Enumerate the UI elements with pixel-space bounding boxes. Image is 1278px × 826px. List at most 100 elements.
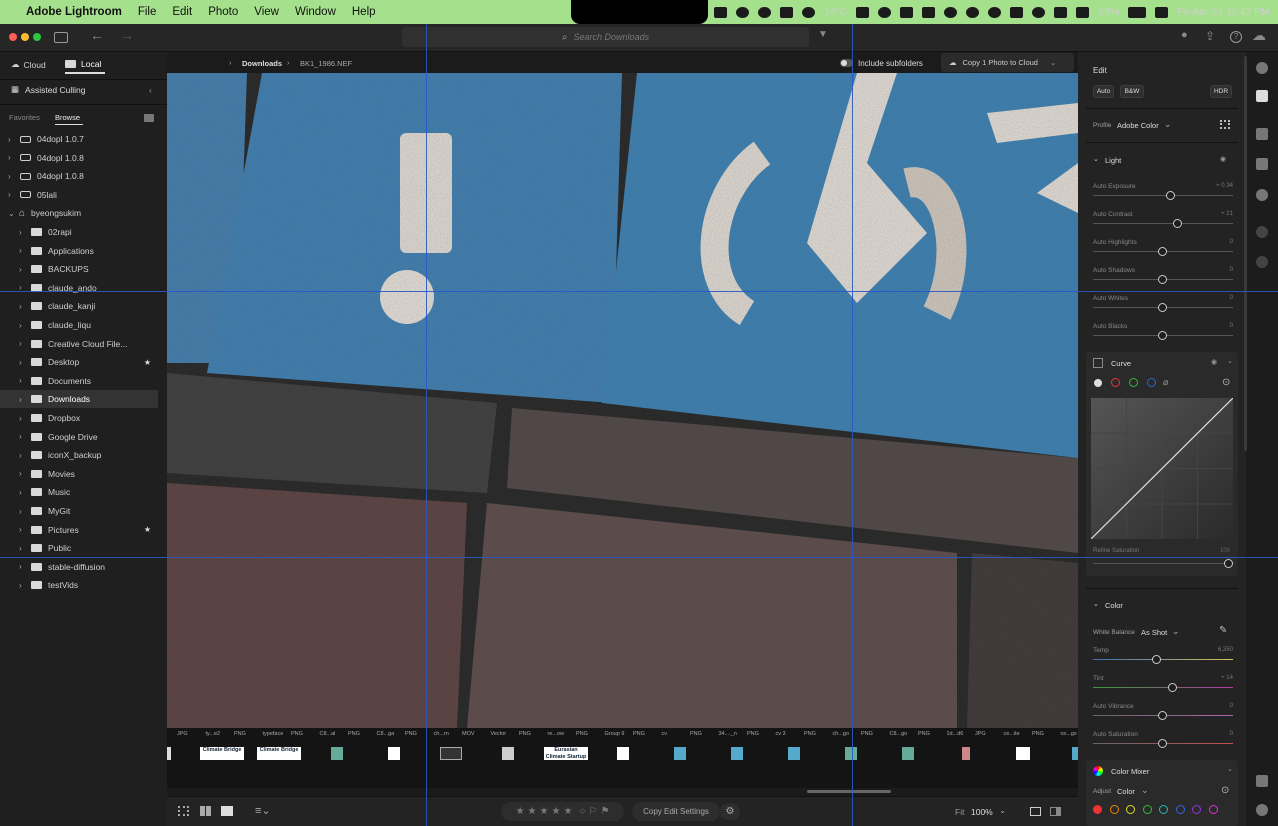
scrollbar-thumb[interactable] (807, 790, 891, 793)
chevron-down-icon[interactable]: ⌄ (1172, 626, 1180, 637)
eyedropper-icon[interactable]: ✎ (1219, 625, 1227, 636)
adjust-slider[interactable] (1093, 219, 1233, 228)
slider-knob[interactable] (1166, 191, 1176, 200)
drive-item[interactable]: › 04dopl 1.0.8 (0, 149, 167, 167)
star-icon[interactable]: ★ (516, 806, 525, 817)
filmstrip-thumbnail[interactable] (902, 747, 914, 760)
clock-icon[interactable] (988, 6, 1002, 18)
curve-blue-channel[interactable] (1147, 378, 1156, 387)
chevron-right-icon[interactable]: › (8, 153, 16, 162)
mixer-color-dot[interactable] (1126, 805, 1135, 814)
sidebar-folder-item[interactable]: › 02rapi (0, 223, 167, 241)
split-view-icon[interactable] (1050, 807, 1061, 816)
chevron-right-icon[interactable]: › (8, 190, 16, 199)
add-folder-icon[interactable] (144, 114, 154, 122)
profile-browser-icon[interactable] (1220, 120, 1230, 129)
chevron-right-icon[interactable]: › (19, 395, 27, 404)
adjust-slider[interactable] (1093, 655, 1233, 664)
square-grid-view-icon[interactable] (200, 806, 211, 816)
status-app-icon[interactable] (757, 6, 771, 18)
versions-icon[interactable] (1256, 226, 1268, 238)
chevron-right-icon[interactable]: › (19, 265, 27, 274)
tab-cloud[interactable]: ☁ Cloud (11, 59, 46, 70)
temperature[interactable]: 14°C (824, 6, 847, 18)
slider-knob[interactable] (1167, 683, 1177, 692)
wifi-icon[interactable] (1054, 6, 1068, 18)
slider-knob[interactable] (1173, 219, 1183, 228)
slider-knob[interactable] (1158, 711, 1167, 720)
target-adjust-icon[interactable]: ⊙ (1221, 785, 1229, 796)
sidebar-folder-item[interactable]: › claude_ando (0, 279, 167, 297)
adjust-dropdown[interactable]: Color (1117, 787, 1135, 796)
search-icon[interactable] (944, 6, 958, 18)
sidebar-folder-item[interactable]: › Dropbox (0, 409, 167, 427)
filmstrip-thumbnail[interactable] (331, 747, 343, 760)
sidebar-folder-item[interactable]: › claude_kanji (0, 297, 167, 315)
chevron-right-icon[interactable]: › (19, 339, 27, 348)
sidebar-toggle-icon[interactable] (54, 32, 68, 43)
slider-value[interactable]: + 0.34 (1216, 183, 1233, 189)
star-icon[interactable]: ★ (551, 806, 560, 817)
filmstrip-thumbnail[interactable] (617, 747, 629, 760)
slider-value[interactable]: 0 (1230, 295, 1233, 301)
grid-view-icon[interactable] (178, 806, 189, 816)
breadcrumb-parent[interactable]: Downloads (242, 59, 282, 68)
target-adjust-icon[interactable]: ⊙ (1222, 377, 1230, 388)
status-app-icon[interactable] (1076, 6, 1090, 18)
sidebar-folder-item[interactable]: › testVids (0, 576, 167, 594)
slider-value[interactable]: 0 (1230, 267, 1233, 273)
slider-knob[interactable] (1158, 275, 1167, 284)
zoom-level[interactable]: 100% (971, 807, 993, 817)
filmstrip-thumbnail[interactable] (388, 747, 400, 760)
slider-knob[interactable] (1158, 303, 1167, 312)
tab-browse[interactable]: Browse (55, 113, 80, 122)
chevron-right-icon[interactable]: › (19, 525, 27, 534)
sort-icon[interactable]: ≡⌄ (255, 804, 271, 817)
chevron-right-icon[interactable]: › (19, 414, 27, 423)
hdr-button[interactable]: HDR (1210, 85, 1232, 98)
parametric-curve-icon[interactable]: ⌀ (1163, 377, 1168, 388)
status-app-icon[interactable] (735, 6, 749, 18)
eye-icon[interactable]: ◉ (1220, 155, 1226, 163)
favorite-star-icon[interactable]: ★ (144, 358, 151, 367)
slider-knob[interactable] (1158, 331, 1167, 340)
favorite-star-icon[interactable]: ★ (144, 525, 151, 534)
chevron-right-icon[interactable]: › (19, 544, 27, 553)
bw-button[interactable]: B&W (1120, 85, 1144, 98)
eye-icon[interactable]: ◉ (1211, 358, 1217, 366)
close-window-button[interactable] (9, 33, 17, 41)
chevron-right-icon[interactable]: › (19, 488, 27, 497)
chevron-right-icon[interactable]: › (8, 135, 16, 144)
slider-knob[interactable] (1158, 739, 1167, 748)
menu-edit[interactable]: Edit (172, 6, 192, 18)
filmstrip-thumbnail[interactable] (167, 747, 171, 760)
slider-value[interactable]: 0 (1230, 323, 1233, 329)
copy-edit-settings-button[interactable]: Copy Edit Settings (632, 802, 720, 821)
edit-sliders-icon[interactable] (1256, 90, 1268, 102)
assisted-culling[interactable]: ▦ Assisted Culling (11, 84, 86, 95)
filmstrip-thumbnail[interactable] (502, 747, 514, 760)
chevron-right-icon[interactable]: › (19, 451, 27, 460)
adjust-slider[interactable] (1093, 303, 1233, 312)
filmstrip-thumbnail[interactable] (788, 747, 800, 760)
slider-value[interactable]: 6,350 (1218, 647, 1233, 653)
curve-title[interactable]: Curve (1111, 359, 1131, 368)
menu-file[interactable]: File (138, 6, 157, 18)
slider-value[interactable]: 0 (1230, 703, 1233, 709)
chevron-down-icon[interactable]: ⌄ (1050, 58, 1056, 67)
sidebar-folder-item[interactable]: › Documents (0, 372, 167, 390)
sidebar-folder-item[interactable]: › BACKUPS (0, 260, 167, 278)
mixer-color-dot[interactable] (1093, 805, 1102, 814)
slider-value[interactable]: 0 (1230, 731, 1233, 737)
menu-window[interactable]: Window (295, 6, 336, 18)
chevron-right-icon[interactable]: › (19, 581, 27, 590)
chevron-right-icon[interactable]: › (8, 172, 16, 181)
star-icon[interactable]: ★ (528, 806, 537, 817)
star-icon[interactable]: ★ (563, 806, 572, 817)
notifications-icon[interactable]: ● (1181, 29, 1188, 41)
chevron-right-icon[interactable]: › (19, 228, 27, 237)
sidebar-folder-item[interactable]: › Google Drive (0, 428, 167, 446)
battery-icon[interactable] (1128, 6, 1147, 18)
gear-icon[interactable]: ⚙ (720, 803, 740, 820)
chevron-down-icon[interactable]: ⌄ (1141, 785, 1149, 796)
